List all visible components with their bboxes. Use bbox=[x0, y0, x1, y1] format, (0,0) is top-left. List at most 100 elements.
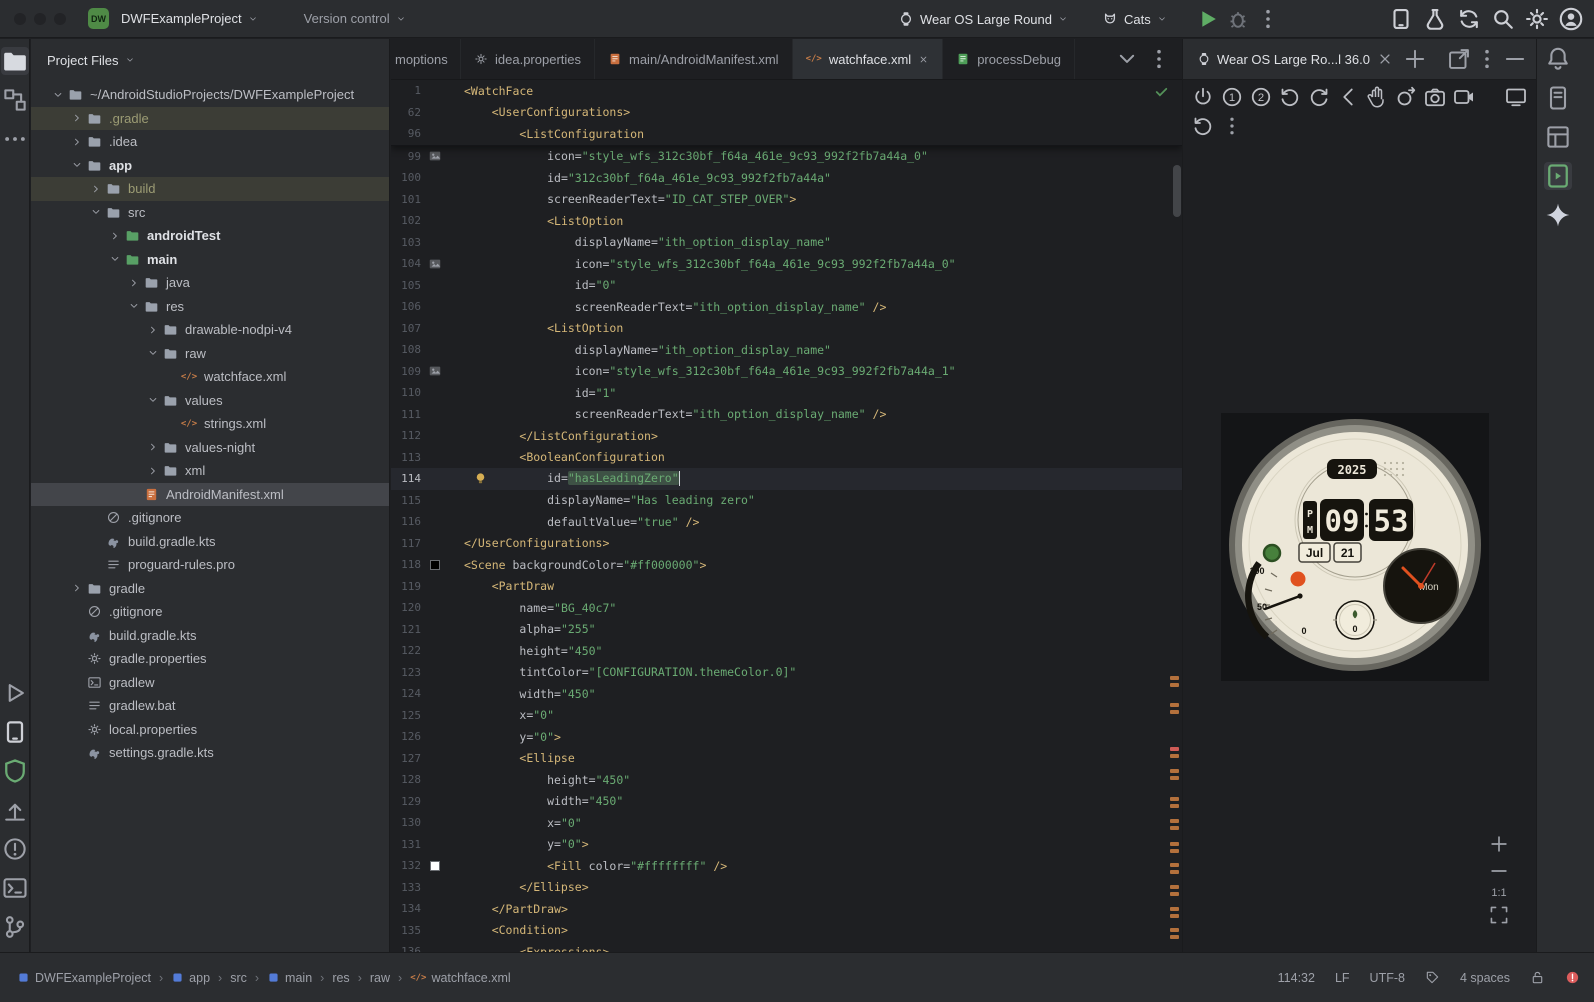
device-manager-icon[interactable] bbox=[1388, 6, 1414, 32]
color-swatch-white[interactable] bbox=[426, 860, 444, 871]
change-marker[interactable] bbox=[1170, 804, 1179, 808]
chevron-down-icon[interactable] bbox=[144, 347, 161, 359]
close-tab-icon[interactable] bbox=[918, 54, 929, 65]
tilt-icon[interactable] bbox=[1394, 85, 1418, 109]
code-line-129[interactable]: 129 width="450" bbox=[391, 791, 1182, 813]
code-line-115[interactable]: 115 displayName="Has leading zero" bbox=[391, 490, 1182, 512]
intention-bulb-icon[interactable] bbox=[473, 471, 488, 489]
device-screen[interactable]: 2025 P M 09 53 Jul 21 Mon 100 50 0 0 bbox=[1221, 413, 1489, 681]
palm-icon[interactable] bbox=[1365, 85, 1389, 109]
settings-icon[interactable] bbox=[1524, 6, 1550, 32]
tree-item-values[interactable]: values bbox=[31, 389, 389, 413]
run-icon[interactable] bbox=[1, 679, 29, 707]
code-line-130[interactable]: 130 x="0" bbox=[391, 812, 1182, 834]
code-line-116[interactable]: 116 defaultValue="true" /> bbox=[391, 511, 1182, 533]
change-marker[interactable] bbox=[1170, 928, 1179, 932]
code-line-135[interactable]: 135 <Condition> bbox=[391, 920, 1182, 942]
tab-options-kebab[interactable] bbox=[1146, 46, 1172, 72]
chevron-right-icon[interactable] bbox=[144, 465, 161, 477]
build-icon[interactable] bbox=[1, 796, 29, 824]
change-marker[interactable] bbox=[1170, 676, 1179, 680]
chevron-right-icon[interactable] bbox=[125, 277, 142, 289]
gemini-icon[interactable] bbox=[1544, 201, 1572, 229]
tree-item-drawable-nodpi-v4[interactable]: drawable-nodpi-v4 bbox=[31, 318, 389, 342]
code-line-100[interactable]: 100 id="312c30bf_f64a_461e_9c93_992f2fb7… bbox=[391, 167, 1182, 189]
tree-item-gitignore[interactable]: .gitignore bbox=[31, 600, 389, 624]
gradle-sync-icon[interactable] bbox=[1456, 6, 1482, 32]
tree-item-proguard-rules-pro[interactable]: proguard-rules.pro bbox=[31, 553, 389, 577]
device-manager-icon[interactable] bbox=[1, 718, 29, 746]
problems-icon[interactable] bbox=[1, 835, 29, 863]
code-line-109[interactable]: 109 icon="style_wfs_312c30bf_f64a_461e_9… bbox=[391, 361, 1182, 383]
tree-item-gradle[interactable]: gradle bbox=[31, 577, 389, 601]
layout-inspector-icon[interactable] bbox=[1544, 123, 1572, 151]
tab-main-androidmanifest-xml[interactable]: main/AndroidManifest.xml bbox=[595, 39, 793, 79]
inspections-ok-icon[interactable] bbox=[1153, 83, 1170, 100]
code-line-121[interactable]: 121 alpha="255" bbox=[391, 619, 1182, 641]
more-actions-kebab[interactable] bbox=[1255, 6, 1281, 32]
code-line-120[interactable]: 120 name="BG_40c7" bbox=[391, 597, 1182, 619]
change-marker[interactable] bbox=[1170, 885, 1179, 889]
code-line-101[interactable]: 101 screenReaderText="ID_CAT_STEP_OVER"> bbox=[391, 189, 1182, 211]
kebab-icon[interactable] bbox=[1220, 114, 1244, 138]
tree-item-gradle[interactable]: .gradle bbox=[31, 106, 389, 130]
hardware-input-icon[interactable] bbox=[1504, 85, 1528, 109]
code-line-122[interactable]: 122 height="450" bbox=[391, 640, 1182, 662]
tree-item-idea[interactable]: .idea bbox=[31, 130, 389, 154]
project-selector[interactable]: DWFExampleProject bbox=[113, 7, 266, 30]
code-line-136[interactable]: 136 <Expressions> bbox=[391, 941, 1182, 952]
chevron-down-icon[interactable] bbox=[125, 300, 142, 312]
image-preview-icon[interactable] bbox=[426, 364, 444, 378]
image-preview-icon[interactable] bbox=[426, 257, 444, 271]
rotate-ccw-icon[interactable] bbox=[1278, 85, 1302, 109]
tree-item-strings-xml[interactable]: </> strings.xml bbox=[31, 412, 389, 436]
back-icon[interactable] bbox=[1336, 85, 1360, 109]
button2-icon[interactable]: 2 bbox=[1249, 85, 1273, 109]
window-zoom-button[interactable] bbox=[54, 12, 66, 25]
tree-item-main[interactable]: main bbox=[31, 248, 389, 272]
panel-options-kebab[interactable] bbox=[1474, 46, 1500, 72]
tab-watchface-xml[interactable]: </> watchface.xml bbox=[792, 39, 944, 79]
tree-item-settings-gradle-kts[interactable]: settings.gradle.kts bbox=[31, 741, 389, 765]
tree-item-androidstudioprojects-dwfexampleproject[interactable]: ~/AndroidStudioProjects/DWFExampleProjec… bbox=[31, 83, 389, 107]
screen-record-icon[interactable] bbox=[1452, 85, 1476, 109]
zoom-out-button[interactable] bbox=[1488, 860, 1510, 882]
code-line-133[interactable]: 133 </Ellipse> bbox=[391, 877, 1182, 899]
chevron-down-icon[interactable] bbox=[144, 394, 161, 406]
change-marker[interactable] bbox=[1170, 907, 1179, 911]
image-preview-icon[interactable] bbox=[426, 149, 444, 163]
breadcrumb-dwfexampleproject[interactable]: DWFExampleProject bbox=[14, 969, 154, 987]
change-marker[interactable] bbox=[1170, 747, 1179, 751]
code-line-128[interactable]: 128 height="450" bbox=[391, 769, 1182, 791]
notifications-icon[interactable] bbox=[1544, 45, 1572, 73]
more-icon[interactable] bbox=[1, 125, 29, 153]
tab-processdebug[interactable]: processDebug bbox=[943, 39, 1076, 79]
change-marker[interactable] bbox=[1170, 754, 1179, 758]
code-line-118[interactable]: 118 <Scene backgroundColor="#ff000000"> bbox=[391, 554, 1182, 576]
change-marker[interactable] bbox=[1170, 870, 1179, 874]
code-line-117[interactable]: 117 </UserConfigurations> bbox=[391, 533, 1182, 555]
tab-moptions[interactable]: moptions bbox=[391, 39, 461, 79]
bug-report-icon[interactable] bbox=[1422, 6, 1448, 32]
code-line-1[interactable]: 1 <WatchFace bbox=[391, 80, 1182, 102]
tree-item-gradle-properties[interactable]: gradle.properties bbox=[31, 647, 389, 671]
tree-item-androidtest[interactable]: androidTest bbox=[31, 224, 389, 248]
code-editor[interactable]: 1 <WatchFace 62 <UserConfigurations> 96 <Li… bbox=[391, 80, 1182, 952]
window-close-button[interactable] bbox=[14, 12, 26, 25]
chevron-right-icon[interactable] bbox=[87, 183, 104, 195]
tab-idea-properties[interactable]: idea.properties bbox=[461, 39, 595, 79]
project-icon[interactable] bbox=[0, 47, 29, 75]
tree-item-build-gradle-kts[interactable]: build.gradle.kts bbox=[31, 530, 389, 554]
tree-item-local-properties[interactable]: local.properties bbox=[31, 718, 389, 742]
code-line-125[interactable]: 125 x="0" bbox=[391, 705, 1182, 727]
running-devices-icon[interactable] bbox=[1544, 162, 1572, 190]
tree-item-res[interactable]: res bbox=[31, 295, 389, 319]
device-selector[interactable]: Wear OS Large Round bbox=[890, 7, 1076, 31]
code-line-134[interactable]: 134 </PartDraw> bbox=[391, 898, 1182, 920]
close-tab-icon[interactable] bbox=[1376, 50, 1394, 68]
change-marker[interactable] bbox=[1170, 769, 1179, 773]
unlock-icon[interactable] bbox=[1530, 970, 1545, 985]
tree-item-build-gradle-kts[interactable]: build.gradle.kts bbox=[31, 624, 389, 648]
run-configuration-selector[interactable]: Cats bbox=[1094, 7, 1175, 31]
breadcrumb-watchface-xml[interactable]: </> watchface.xml bbox=[407, 969, 513, 987]
